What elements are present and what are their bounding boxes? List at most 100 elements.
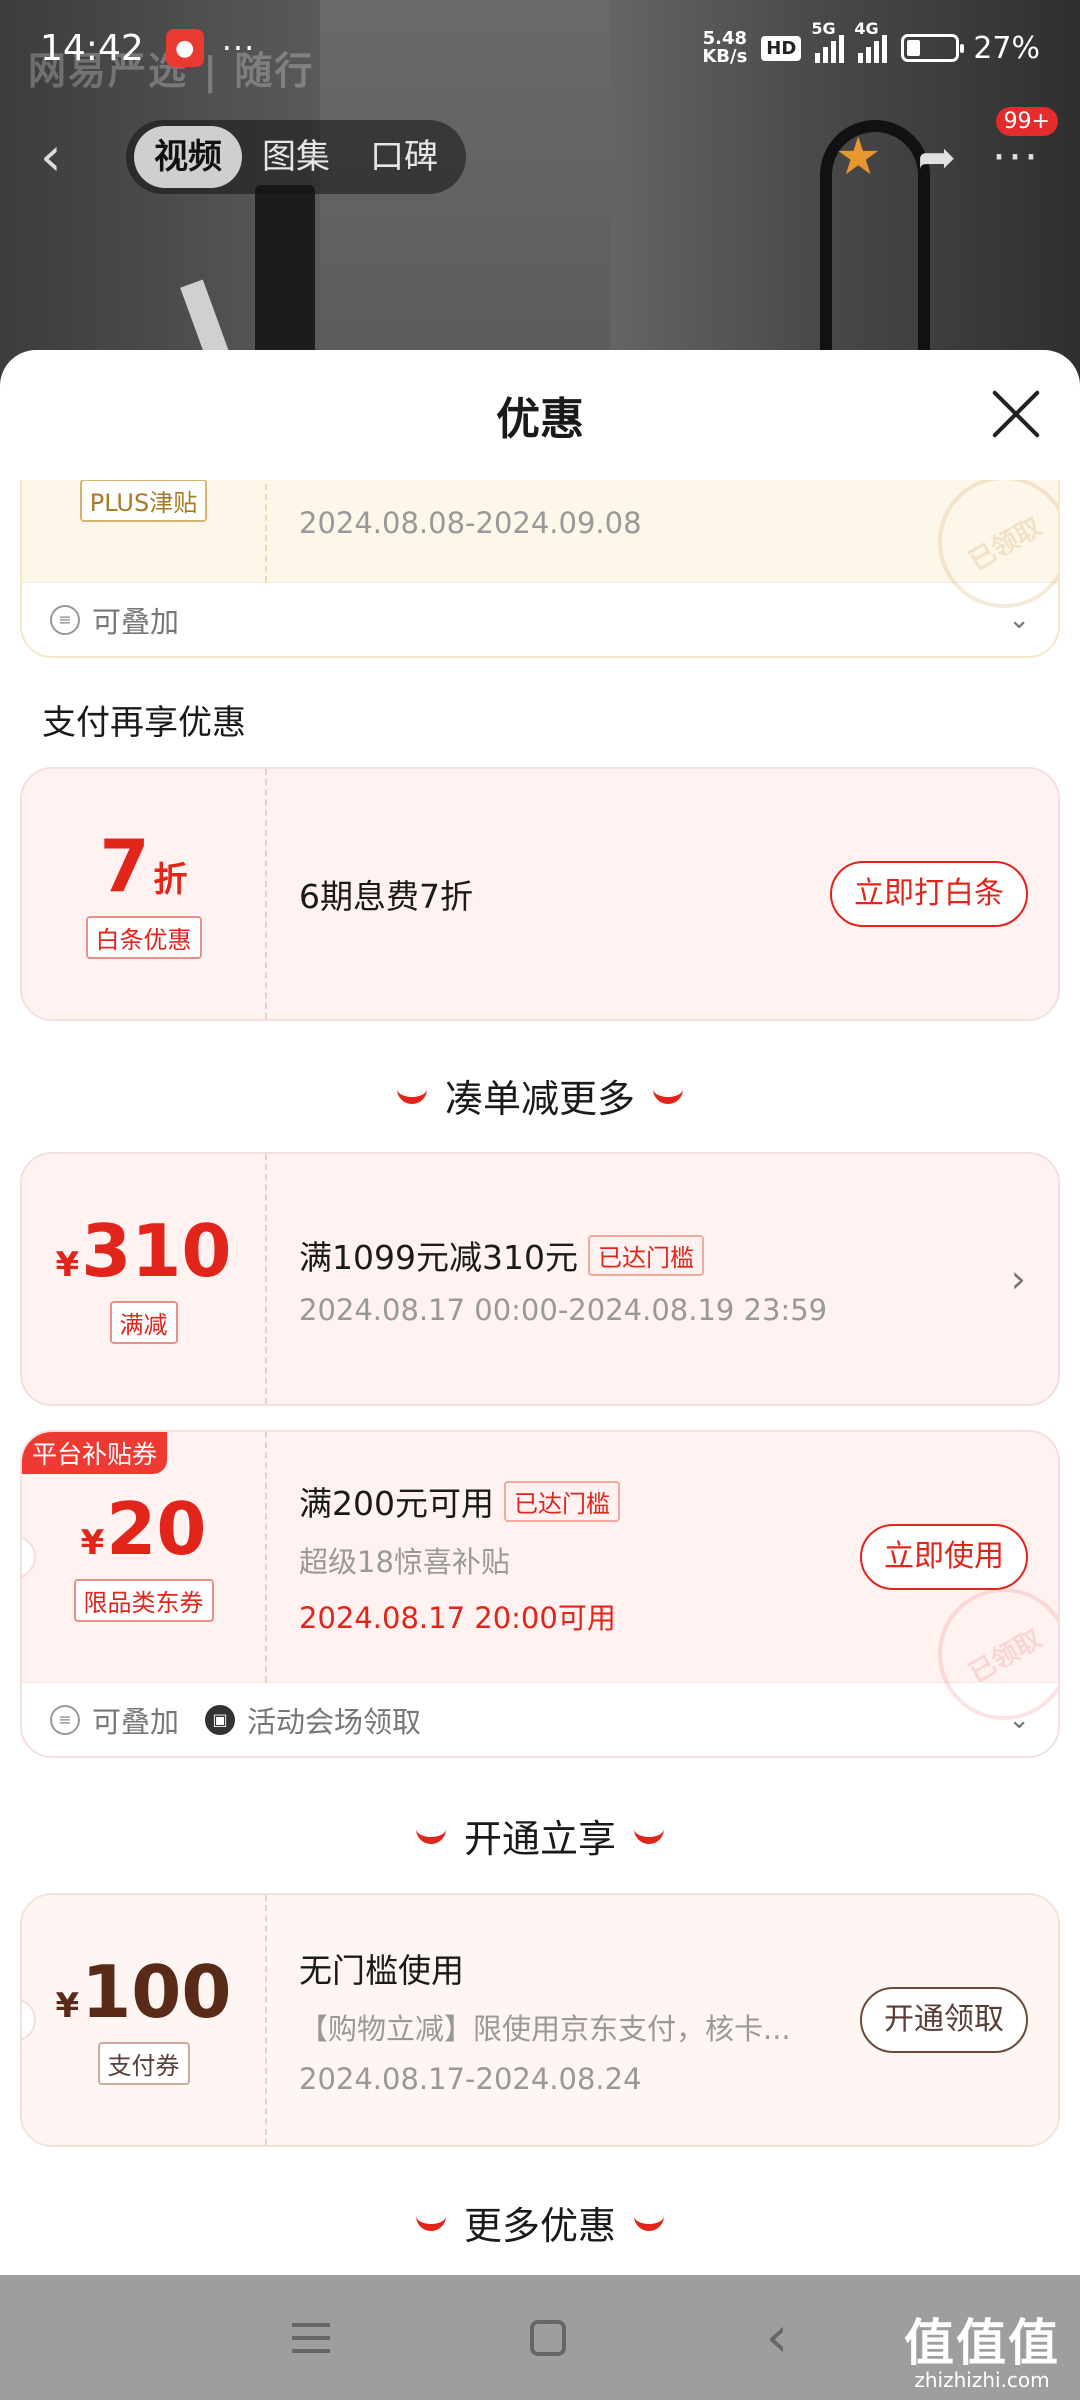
open-section-title: 开通立享 — [463, 1817, 616, 1861]
tab-gallery[interactable]: 图集 — [242, 126, 350, 188]
smile-decoration-icon — [415, 2215, 446, 2231]
offers-scroll-area[interactable]: PLUS津贴 2024.08.08-2024.09.08 已领取 ≡ 可叠加 ⌄… — [0, 480, 1080, 2275]
stack-icon: ≡ — [50, 604, 80, 635]
plus-coupon-card[interactable]: PLUS津贴 2024.08.08-2024.09.08 已领取 ≡ 可叠加 ⌄ — [20, 480, 1060, 658]
expand-chevron-icon[interactable]: ⌄ — [1008, 605, 1030, 635]
manjian-desc: 满1099元减310元 — [299, 1238, 578, 1277]
baitiao-card-body: 7折 白条优惠 6期息费7折 立即打白条 — [22, 769, 1058, 1019]
baitiao-card[interactable]: 7折 白条优惠 6期息费7折 立即打白条 — [20, 767, 1060, 1021]
top-nav: ‹ 视频 图集 口碑 ★ ➦ ··· 99+ — [0, 107, 1080, 202]
hd-icon: HD — [761, 35, 802, 61]
baitiao-card-left: 7折 白条优惠 — [22, 769, 267, 1019]
pay-section-title: 支付再享优惠 — [42, 703, 246, 743]
plus-card-right: 2024.08.08-2024.09.08 已领取 — [267, 480, 1058, 633]
more-dots-icon[interactable]: ··· — [992, 132, 1040, 183]
home-square-icon[interactable] — [529, 2319, 566, 2356]
watermark-url: zhizhizhi.com — [914, 2368, 1050, 2392]
subsidy-card-body: 平台补贴券 ¥20 限品类东券 满200元可用 已达门槛 超级18惊喜补贴 20… — [22, 1432, 1058, 1745]
signal-4g-icon: 4G — [854, 19, 888, 63]
manjian-card-body: ¥310 满减 满1099元减310元 已达门槛 2024.08.17 00:0… — [22, 1154, 1058, 1404]
more-offers-title: 更多优惠 — [463, 2204, 616, 2248]
pay-coupon-card[interactable]: ¥100 支付券 无门槛使用 【购物立减】限使用京东支付，核卡... 2024.… — [20, 1893, 1060, 2147]
pay-coupon-card-left: ¥100 支付券 — [22, 1895, 267, 2145]
subsidy-amount: ¥20 — [81, 1493, 207, 1565]
open-section-heading: 开通立享 — [0, 1808, 1080, 1863]
share-arrow-icon[interactable]: ➦ — [917, 130, 956, 184]
stackable-label: 可叠加 — [92, 1704, 180, 1739]
manjian-card-left: ¥310 满减 — [22, 1154, 267, 1404]
smile-decoration-icon — [396, 1088, 427, 1104]
status-bar: 14:42 ● ··· 5.48 KB/s HD 5G 4G 27% — [0, 0, 1080, 96]
smile-decoration-icon — [634, 1828, 664, 1844]
tab-video[interactable]: 视频 — [134, 126, 242, 188]
pay-coupon-date-range: 2024.08.17-2024.08.24 — [299, 2062, 642, 2096]
category-coupon-tag: 限品类东券 — [73, 1578, 214, 1622]
subsidy-amount-value: 20 — [106, 1486, 207, 1571]
nav-actions: ★ ➦ ··· 99+ — [835, 107, 1058, 187]
threshold-reached-badge: 已达门槛 — [587, 1234, 704, 1276]
pay-coupon-subtitle: 【购物立减】限使用京东支付，核卡... — [299, 2012, 791, 2046]
back-chevron-icon[interactable]: ‹ — [40, 130, 90, 184]
pay-coupon-card-body: ¥100 支付券 无门槛使用 【购物立减】限使用京东支付，核卡... 2024.… — [22, 1895, 1058, 2145]
plus-date-range: 2024.08.08-2024.09.08 — [299, 506, 642, 540]
system-nav-bar: ‹ 值值值 zhizhizhi.com — [0, 2275, 1080, 2400]
watermark-logo: 值值值 — [904, 2314, 1060, 2372]
activate-claim-button[interactable]: 开通领取 — [860, 1987, 1028, 2053]
venue-claim-item: ▣ 活动会场领取 — [205, 1699, 421, 1741]
signal-5g-icon: 5G — [811, 19, 845, 63]
signal-4g-label: 4G — [854, 19, 879, 38]
pay-coupon-tag: 支付券 — [97, 2041, 190, 2085]
recent-apps-icon[interactable] — [291, 2322, 330, 2353]
pay-coupon-amount-value: 100 — [81, 1949, 232, 2034]
stackable-item: ≡ 可叠加 — [50, 599, 179, 641]
manjian-tag: 满减 — [109, 1300, 178, 1344]
plus-card-footer[interactable]: ≡ 可叠加 ⌄ — [22, 582, 1058, 656]
baitiao-card-right: 6期息费7折 立即打白条 — [267, 769, 1058, 1019]
subsidy-desc-line: 满200元可用 已达门槛 — [299, 1477, 1028, 1525]
baitiao-discount-value: 7 — [99, 823, 150, 908]
close-icon[interactable] — [990, 388, 1042, 440]
ticket-icon: ▣ — [205, 1704, 236, 1735]
plus-card-body: PLUS津贴 2024.08.08-2024.09.08 已领取 — [22, 480, 1058, 633]
tab-reviews[interactable]: 口碑 — [350, 126, 458, 188]
more-notifications-icon: ··· — [221, 29, 256, 67]
speed-unit: KB/s — [702, 46, 748, 67]
network-speed: 5.48 KB/s — [702, 30, 747, 66]
media-tabs: 视频 图集 口碑 — [126, 120, 466, 194]
use-now-button[interactable]: 立即使用 — [860, 1524, 1028, 1590]
manjian-amount: ¥310 — [56, 1215, 232, 1287]
threshold-reached-badge: 已达门槛 — [504, 1480, 620, 1522]
sheet-header: 优惠 — [0, 350, 1080, 480]
back-triangle-icon[interactable]: ‹ — [766, 2309, 788, 2366]
smile-decoration-icon — [653, 1088, 683, 1104]
stackable-label: 可叠加 — [92, 604, 180, 639]
pay-coupon-card-right: 无门槛使用 【购物立减】限使用京东支付，核卡... 2024.08.17-202… — [267, 1895, 1058, 2145]
yen-symbol: ¥ — [80, 1522, 105, 1563]
manjian-date-range: 2024.08.17 00:00-2024.08.19 23:59 — [299, 1293, 828, 1327]
baitiao-discount-unit: 折 — [153, 859, 188, 900]
plus-card-left: PLUS津贴 — [22, 480, 267, 582]
subsidy-coupon-card[interactable]: 平台补贴券 ¥20 限品类东券 满200元可用 已达门槛 超级18惊喜补贴 20… — [20, 1430, 1060, 1758]
subsidy-card-right: 满200元可用 已达门槛 超级18惊喜补贴 2024.08.17 20:00可用… — [267, 1432, 1058, 1745]
jd-app-icon: ● — [165, 29, 204, 67]
stack-icon: ≡ — [50, 1704, 80, 1735]
use-baitiao-button[interactable]: 立即打白条 — [830, 861, 1028, 927]
more-section-title: 凑单减更多 — [444, 1077, 635, 1121]
favorite-star-icon[interactable]: ★ — [835, 127, 882, 187]
manjian-card[interactable]: ¥310 满减 满1099元减310元 已达门槛 2024.08.17 00:0… — [20, 1152, 1060, 1406]
plus-subsidy-tag: PLUS津贴 — [79, 480, 208, 522]
smile-decoration-icon — [634, 2215, 664, 2231]
chevron-right-icon[interactable]: › — [1011, 1257, 1026, 1301]
site-watermark: 值值值 zhizhizhi.com — [904, 2318, 1060, 2392]
subsidy-card-footer[interactable]: ≡ 可叠加 ▣ 活动会场领取 ⌄ — [22, 1682, 1058, 1756]
message-count-badge: 99+ — [995, 107, 1058, 136]
venue-claim-label: 活动会场领取 — [247, 1704, 422, 1739]
battery-icon — [901, 34, 965, 62]
stackable-item: ≡ 可叠加 — [50, 1699, 179, 1741]
status-time: 14:42 — [40, 27, 144, 69]
manjian-desc-line: 满1099元减310元 已达门槛 — [299, 1231, 1028, 1279]
battery-percent: 27% — [973, 30, 1040, 66]
yen-symbol: ¥ — [55, 1244, 80, 1285]
manjian-card-right: 满1099元减310元 已达门槛 2024.08.17 00:00-2024.0… — [267, 1154, 1058, 1404]
yen-symbol: ¥ — [55, 1985, 80, 2026]
